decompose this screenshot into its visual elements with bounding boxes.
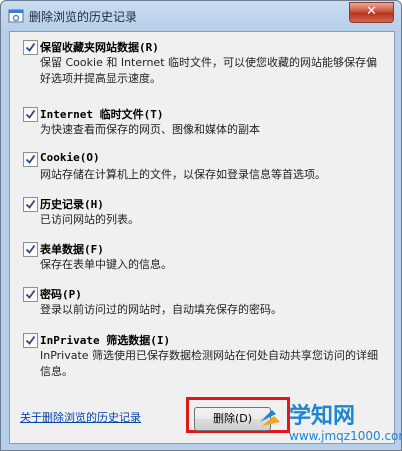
history-checkbox[interactable] <box>23 197 38 212</box>
inprivate-filtering-checkbox[interactable] <box>23 333 38 348</box>
logo-mark-icon <box>260 410 280 426</box>
window-title: 删除浏览的历史记录 <box>29 10 138 24</box>
option-title: 历史记录(H) <box>40 198 104 211</box>
ie-app-icon <box>8 8 24 24</box>
option-title: 表单数据(F) <box>40 243 104 256</box>
close-icon: ✕ <box>366 4 377 19</box>
passwords-checkbox[interactable] <box>23 287 38 302</box>
option-title: 密码(P) <box>40 288 82 301</box>
checkmark-icon <box>25 335 36 345</box>
checkmark-icon <box>25 199 36 209</box>
option-title: Internet 临时文件(T) <box>40 108 164 121</box>
option-description: 已访问网站的列表。 <box>40 213 139 226</box>
option-description: InPrivate 筛选使用已保存数据检测网站在何处自动共享您访问的详细信息。 <box>40 349 379 378</box>
checkmark-icon <box>25 42 36 52</box>
option-description: 保存在表单中键入的信息。 <box>40 258 172 271</box>
dialog-window: 删除浏览的历史记录 ✕ 保留收藏夹网站数据(R) 保留 Cookie 和 Int… <box>0 0 402 451</box>
preserve-favorites-checkbox[interactable] <box>23 40 38 55</box>
option-title: 保留收藏夹网站数据(R) <box>40 41 159 54</box>
option-description: 网站存储在计算机上的文件，以保存如登录信息等首选项。 <box>40 168 326 181</box>
checkmark-icon <box>25 289 36 299</box>
cookies-checkbox[interactable] <box>23 152 38 167</box>
title-bar[interactable]: 删除浏览的历史记录 ✕ <box>1 1 401 31</box>
checkmark-icon <box>25 109 36 119</box>
form-data-checkbox[interactable] <box>23 242 38 257</box>
checkmark-icon <box>25 154 36 164</box>
site-watermark: 学知网 www.jmqz1000.com <box>256 398 402 451</box>
close-button[interactable]: ✕ <box>349 2 394 23</box>
option-description: 保留 Cookie 和 Internet 临时文件，可以使您收藏的网站能够保存偏… <box>40 56 377 85</box>
dialog-content: 保留收藏夹网站数据(R) 保留 Cookie 和 Internet 临时文件，可… <box>9 31 395 444</box>
option-description: 为快速查看而保存的网页、图像和媒体的副本 <box>40 123 260 136</box>
watermark-url: www.jmqz1000.com <box>289 429 402 443</box>
checkmark-icon <box>25 244 36 254</box>
temporary-files-checkbox[interactable] <box>23 107 38 122</box>
option-title: InPrivate 筛选数据(I) <box>40 334 171 347</box>
watermark-title: 学知网 <box>289 404 356 429</box>
option-title: Cookie(O) <box>40 151 100 164</box>
option-description: 登录以前访问过的网站时，自动填充保存的密码。 <box>40 303 282 316</box>
about-deleting-history-link[interactable]: 关于删除浏览的历史记录 <box>20 409 141 425</box>
